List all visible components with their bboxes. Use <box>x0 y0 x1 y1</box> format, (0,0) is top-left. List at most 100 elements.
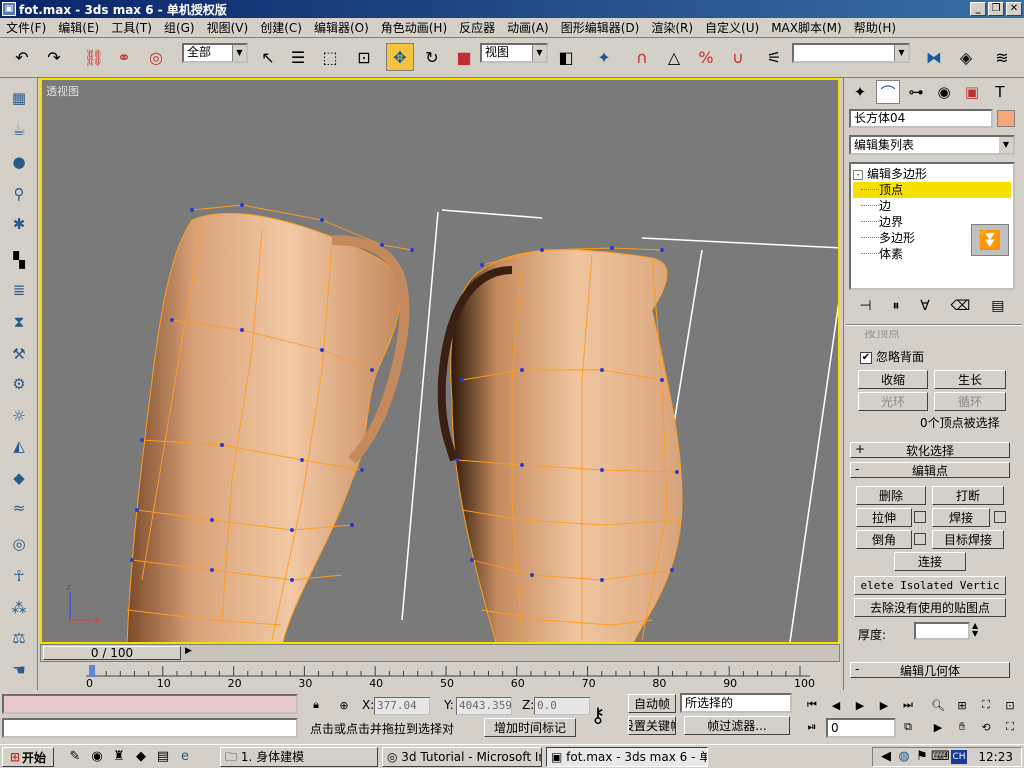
wrench-icon[interactable]: ⚒ <box>7 342 31 366</box>
key-filter-dropdown[interactable]: 所选择的 <box>680 693 792 713</box>
security-icon[interactable]: ⚑ <box>913 748 931 766</box>
quicklaunch-app-icon[interactable]: ♜ <box>110 748 128 766</box>
menu-customize[interactable]: 自定义(U) <box>699 19 765 36</box>
sphere-icon[interactable]: ● <box>7 150 31 174</box>
menu-tools[interactable]: 工具(T) <box>105 19 158 36</box>
pivot-point-center-icon[interactable]: ◧ <box>552 43 580 71</box>
stack-item-edge[interactable]: 边 <box>853 198 1011 214</box>
menu-character[interactable]: 角色动画(H) <box>375 19 453 36</box>
goto-start-icon[interactable]: ⏮ <box>802 696 822 714</box>
edit-named-selection-icon[interactable]: ⚟ <box>760 43 788 71</box>
pin-stack-icon[interactable]: ⊣ <box>859 298 871 314</box>
quicklaunch-media-icon[interactable]: ◉ <box>88 748 106 766</box>
time-slider[interactable]: ◀ 0 / 100 ▶ <box>40 644 840 662</box>
select-and-move-icon[interactable]: ✥ <box>386 43 414 71</box>
loop-button[interactable]: 循环 <box>934 392 1006 411</box>
perspective-viewport[interactable]: z x 透视图 <box>40 78 840 644</box>
wave-icon[interactable]: ≈ <box>7 496 31 520</box>
add-time-tag-button[interactable]: 增加时间标记 <box>484 718 576 737</box>
object-color-swatch[interactable] <box>997 110 1015 127</box>
quicklaunch-desktop-icon[interactable]: ▤ <box>154 748 172 766</box>
motion-tab-icon[interactable]: ◉ <box>932 80 956 104</box>
modify-tab-icon[interactable]: ⌒ <box>876 80 900 104</box>
redo-icon[interactable]: ↷ <box>40 43 68 71</box>
absolute-mode-icon[interactable]: ⊕ <box>334 696 354 714</box>
maxscript-listener-field[interactable] <box>2 694 298 714</box>
weight-field[interactable] <box>914 622 970 640</box>
volume-icon[interactable]: ◀ <box>877 748 895 766</box>
lock-icon[interactable]: 🔒︎ <box>306 696 326 714</box>
zoom-extents-all-icon[interactable]: ⊡ <box>1000 696 1020 714</box>
select-and-rotate-icon[interactable]: ↻ <box>418 43 446 71</box>
unlink-icon[interactable]: ⚭ <box>110 43 138 71</box>
light-icon[interactable]: ☼ <box>7 404 31 428</box>
select-and-link-icon[interactable]: ⛓ <box>80 43 108 71</box>
menu-edit[interactable]: 编辑(E) <box>52 19 105 36</box>
menu-views[interactable]: 视图(V) <box>201 19 255 36</box>
menu-create[interactable]: 创建(C) <box>254 19 308 36</box>
ring-button[interactable]: 光环 <box>858 392 928 411</box>
star-icon[interactable]: ✱ <box>7 212 31 236</box>
key-icon[interactable]: ⚷ <box>588 703 608 727</box>
ime-icon[interactable]: ⌨ <box>931 748 950 766</box>
taskbar-folder[interactable]: 🗀︎ 1. 身体建模 <box>220 747 378 767</box>
start-button[interactable]: ⊞ 开始 <box>2 747 54 767</box>
particle-icon[interactable]: ⁂ <box>7 596 31 620</box>
undo-icon[interactable]: ↶ <box>8 43 36 71</box>
edit-geometry-rollout[interactable]: - 编辑几何体 <box>850 662 1010 678</box>
pan-icon[interactable]: ✋︎ <box>952 718 972 736</box>
menu-group[interactable]: 组(G) <box>158 19 201 36</box>
break-button[interactable]: 打断 <box>932 486 1004 505</box>
weld-settings-icon[interactable] <box>994 511 1006 523</box>
helper-icon[interactable]: ◆ <box>7 466 31 490</box>
taskbar-ie[interactable]: ◎ 3d Tutorial - Microsoft Int... <box>382 747 542 767</box>
extrude-button[interactable]: 拉伸 <box>856 508 912 527</box>
modifier-icon[interactable]: ⚲ <box>7 182 31 206</box>
snaps-toggle-icon[interactable]: ∩ <box>628 43 656 71</box>
next-frame-icon[interactable]: ▶ <box>874 696 894 714</box>
goto-end-icon[interactable]: ⏭ <box>898 696 918 714</box>
chamfer-settings-icon[interactable] <box>914 533 926 545</box>
rectangular-selection-icon[interactable]: ⬚ <box>316 43 344 71</box>
viewport-label[interactable]: 透视图 <box>46 83 79 99</box>
target-weld-button[interactable]: 目标焊接 <box>932 530 1004 549</box>
menu-file[interactable]: 文件(F) <box>0 19 52 36</box>
reference-coordinate-dropdown[interactable]: 视图 ▼ <box>480 43 548 63</box>
stack-item-vertex[interactable]: 顶点 <box>853 182 1011 198</box>
select-object-icon[interactable]: ↖ <box>254 43 282 71</box>
layer-manager-icon[interactable]: ≋ <box>988 43 1016 71</box>
hand-icon[interactable]: ☚ <box>7 658 31 682</box>
quicklaunch-ie-icon[interactable]: e <box>176 748 194 766</box>
mirror-icon[interactable]: ⧓ <box>920 43 948 71</box>
utilities-tab-icon[interactable]: T <box>988 80 1012 104</box>
object-name-field[interactable]: 长方体04 <box>849 109 993 128</box>
configure-sets-icon[interactable]: ▤ <box>991 298 1004 314</box>
minimize-button[interactable]: _ <box>970 2 986 16</box>
auto-key-button[interactable]: 自动帧 <box>628 694 676 713</box>
menu-modifiers[interactable]: 编辑器(O) <box>308 19 375 36</box>
track-bar[interactable]: 0 10 20 30 40 50 60 70 80 90 100 <box>40 662 840 690</box>
field-of-view-icon[interactable]: ▶ <box>928 718 948 736</box>
subobject-level-icon[interactable]: ⏬ <box>971 224 1009 256</box>
create-tab-icon[interactable]: ✦ <box>848 80 872 104</box>
select-and-scale-icon[interactable]: ■ <box>450 43 478 71</box>
zoom-icon[interactable]: 🔍︎ <box>928 696 948 714</box>
current-frame-field[interactable]: 0 <box>826 718 896 738</box>
select-and-manipulate-icon[interactable]: ✦ <box>590 43 618 71</box>
chamfer-button[interactable]: 倒角 <box>856 530 912 549</box>
boxes-icon[interactable]: ▦ <box>7 86 31 110</box>
shrink-button[interactable]: 收缩 <box>858 370 928 389</box>
selection-filter-dropdown[interactable]: 全部 ▼ <box>182 43 248 63</box>
remove-button[interactable]: 删除 <box>856 486 926 505</box>
remove-unused-map-verts-button[interactable]: 去除没有使用的贴图点 <box>854 598 1006 617</box>
quicklaunch-pen-icon[interactable]: ✎ <box>66 748 84 766</box>
remove-isolated-vertices-button[interactable]: elete Isolated Vertic <box>854 576 1006 595</box>
key-mode-icon[interactable]: ⏯ <box>802 718 822 736</box>
current-frame-marker[interactable] <box>89 665 95 677</box>
cylinder-icon[interactable]: ⧗ <box>7 310 31 334</box>
menu-maxscript[interactable]: MAX脚本(M) <box>765 19 848 36</box>
x-field[interactable]: 377.04 <box>374 697 430 715</box>
dynamics-icon[interactable]: ⚖ <box>7 626 31 650</box>
menu-animation[interactable]: 动画(A) <box>501 19 555 36</box>
biped-icon[interactable]: ☥ <box>7 564 31 588</box>
